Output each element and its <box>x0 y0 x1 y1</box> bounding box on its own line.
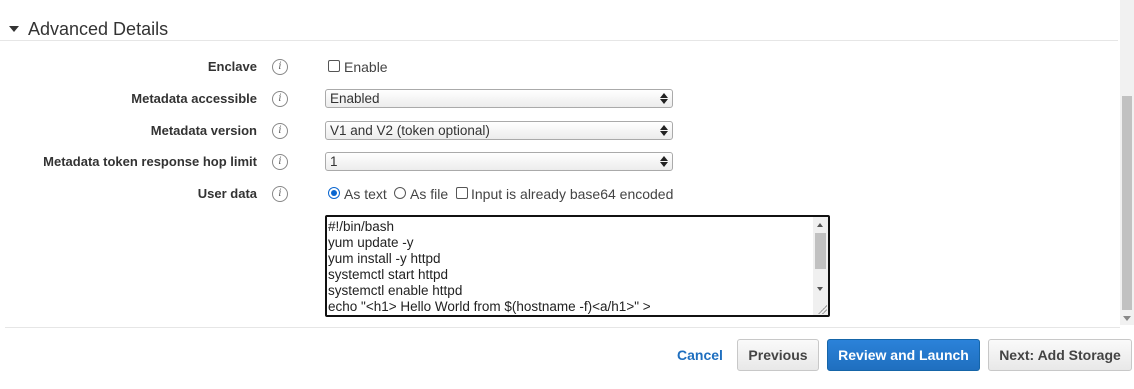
select-arrows-icon <box>660 125 668 137</box>
metadata-accessible-label: Metadata accessible <box>131 91 257 106</box>
enclave-enable-label[interactable]: Enable <box>344 59 388 75</box>
enclave-enable-checkbox[interactable] <box>328 60 340 72</box>
select-arrows-icon <box>660 156 668 168</box>
metadata-version-label: Metadata version <box>150 123 257 138</box>
script-line: systemctl enable httpd <box>328 283 463 298</box>
hop-limit-value: 1 <box>330 154 338 169</box>
scroll-down-icon[interactable] <box>1123 316 1131 321</box>
scroll-down-icon[interactable] <box>817 287 823 291</box>
metadata-version-value: V1 and V2 (token optional) <box>330 123 490 138</box>
resize-grip-icon[interactable] <box>817 304 827 314</box>
textarea-scroll-thumb[interactable] <box>815 233 826 269</box>
user-data-textarea[interactable]: #!/bin/bash yum update -y yum install -y… <box>325 215 830 317</box>
textarea-scrollbar[interactable] <box>813 217 828 315</box>
as-file-radio[interactable] <box>394 187 406 199</box>
info-circle-icon[interactable]: i <box>272 91 288 107</box>
enclave-label: Enclave <box>207 59 257 74</box>
cancel-link[interactable]: Cancel <box>677 347 723 363</box>
script-line: #!/bin/bash <box>328 219 395 234</box>
section-title: Advanced Details <box>28 19 169 39</box>
script-line: yum update -y <box>328 235 414 250</box>
base64-label[interactable]: Input is already base64 encoded <box>471 186 673 202</box>
user-data-label: User data <box>197 186 257 201</box>
info-circle-icon[interactable]: i <box>272 186 288 202</box>
next-add-storage-button[interactable]: Next: Add Storage <box>988 339 1132 371</box>
metadata-accessible-select[interactable]: Enabled <box>325 89 673 108</box>
advanced-details-header[interactable]: Advanced Details <box>0 16 1118 41</box>
script-line: systemctl start httpd <box>328 267 449 282</box>
scroll-up-icon[interactable] <box>817 223 823 227</box>
page-scrollbar[interactable] <box>1120 0 1134 325</box>
info-circle-icon[interactable]: i <box>272 154 288 170</box>
as-text-radio[interactable] <box>328 187 340 199</box>
footer-divider <box>5 327 1120 328</box>
base64-checkbox[interactable] <box>456 187 468 199</box>
metadata-version-select[interactable]: V1 and V2 (token optional) <box>325 121 673 140</box>
page-scroll-thumb[interactable] <box>1122 96 1132 310</box>
as-file-label[interactable]: As file <box>410 186 448 202</box>
hop-limit-select[interactable]: 1 <box>325 152 673 171</box>
caret-down-icon[interactable] <box>9 26 19 32</box>
select-arrows-icon <box>660 93 668 105</box>
metadata-accessible-value: Enabled <box>330 91 380 106</box>
script-line: yum install -y httpd <box>328 251 441 266</box>
previous-button[interactable]: Previous <box>737 339 819 371</box>
info-circle-icon[interactable]: i <box>272 123 288 139</box>
review-and-launch-button[interactable]: Review and Launch <box>827 339 980 371</box>
script-line: echo "<h1> Hello World from $(hostname -… <box>328 299 651 314</box>
as-text-label[interactable]: As text <box>344 186 387 202</box>
hop-limit-label: Metadata token response hop limit <box>43 154 257 169</box>
info-circle-icon[interactable]: i <box>272 59 288 75</box>
